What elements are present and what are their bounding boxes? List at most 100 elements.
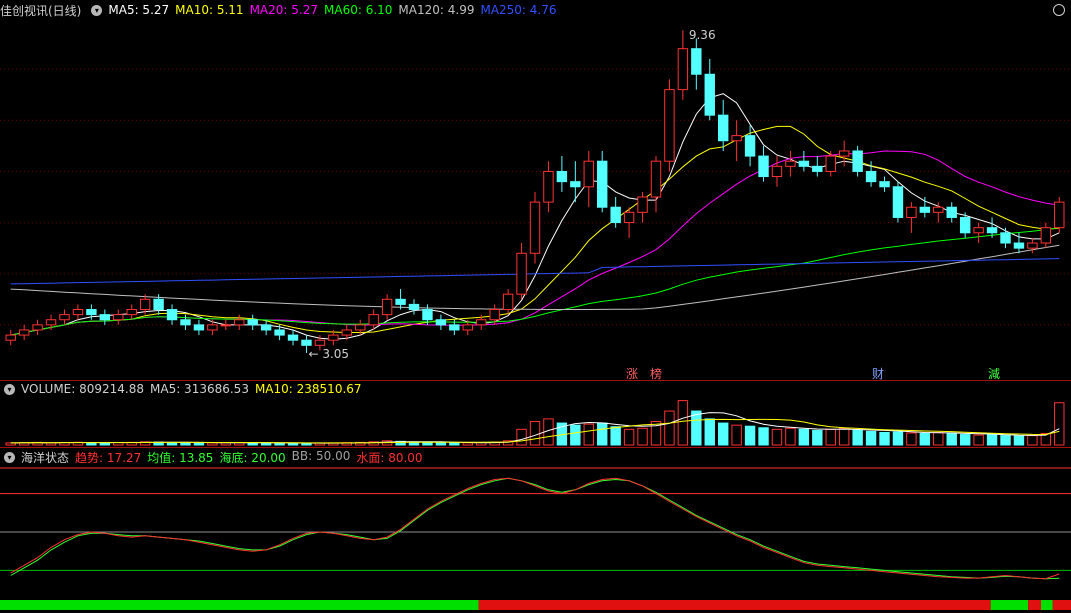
volume-bar-34: [462, 442, 473, 446]
candle-body-3: [45, 319, 57, 326]
candle-body-65: [879, 181, 890, 188]
candle-body-46: [623, 211, 635, 224]
volume-bar-56: [758, 427, 769, 446]
candle-body-47: [637, 196, 648, 213]
state-bar-segment-2: [990, 600, 1029, 610]
volume-bar-44: [597, 422, 608, 446]
candle-body-16: [220, 324, 232, 327]
candle-body-41: [556, 170, 568, 183]
volume-bar-63: [852, 429, 863, 446]
candle-body-50: [677, 48, 689, 91]
candle-body-19: [260, 324, 272, 331]
event-marker-3: 減: [988, 367, 1001, 381]
candle-body-7: [99, 314, 111, 321]
volume-bar-50: [677, 400, 689, 446]
volume-bar-64: [865, 430, 877, 446]
volume-bar-13: [180, 442, 191, 446]
candle-body-32: [435, 319, 447, 326]
volume-bar-14: [193, 442, 205, 446]
candle-body-29: [395, 298, 406, 305]
candle-body-42: [570, 181, 581, 188]
candle-body-30: [408, 303, 420, 311]
high-price-label: 9.36: [688, 28, 716, 43]
candle-body-59: [798, 160, 810, 167]
volume-bar-32: [435, 442, 447, 446]
candle-body-70: [946, 206, 957, 218]
candle-body-25: [341, 329, 353, 336]
volume-bar-71: [959, 434, 971, 446]
candle-body-34: [462, 324, 473, 331]
candle-body-54: [731, 135, 742, 142]
state-bar-segment-0: [0, 600, 479, 610]
candle-body-28: [381, 298, 393, 316]
candle-body-49: [664, 89, 675, 162]
candle-body-27: [368, 314, 379, 326]
candle-body-10: [139, 298, 151, 311]
state-bar-segment-3: [1028, 600, 1042, 610]
candle-body-11: [153, 298, 164, 311]
candle-body-60: [812, 165, 823, 172]
volume-bar-75: [1013, 435, 1025, 446]
volume-bar-67: [906, 432, 917, 446]
volume-bar-42: [570, 424, 581, 446]
candle-body-17: [234, 319, 245, 326]
candle-body-72: [973, 227, 984, 234]
candle-body-44: [597, 160, 608, 208]
candle-body-23: [314, 339, 326, 346]
volume-bar-73: [986, 434, 998, 446]
candle-body-63: [852, 150, 863, 172]
volume-bar-60: [812, 429, 823, 446]
candle-body-20: [274, 329, 285, 336]
candle-body-45: [610, 206, 621, 224]
volume-bar-62: [838, 427, 850, 446]
candle-body-14: [193, 324, 205, 331]
candle-body-22: [301, 339, 312, 346]
candle-body-43: [583, 160, 594, 188]
volume-bar-15: [207, 442, 218, 446]
candle-body-12: [166, 309, 178, 321]
candle-body-1: [18, 329, 30, 336]
candle-body-13: [180, 319, 191, 326]
candle-body-66: [892, 186, 904, 218]
state-bar-segment-4: [1041, 600, 1053, 610]
volume-bar-38: [516, 428, 527, 446]
candle-body-24: [328, 334, 339, 341]
candle-body-56: [758, 155, 769, 178]
candle-body-37: [502, 293, 514, 311]
volume-bar-68: [919, 433, 931, 446]
candle-body-35: [476, 319, 487, 326]
volume-bar-76: [1027, 435, 1038, 446]
volume-bar-33: [449, 442, 460, 446]
candle-body-67: [906, 206, 917, 218]
volume-bar-59: [798, 428, 810, 446]
candle-body-69: [933, 206, 944, 213]
candle-body-76: [1027, 242, 1038, 249]
candle-body-75: [1013, 242, 1025, 249]
state-bar-segment-1: [478, 600, 991, 610]
volume-bar-31: [422, 441, 433, 446]
candle-body-8: [113, 314, 124, 321]
candle-body-6: [86, 309, 97, 316]
candle-body-51: [691, 48, 702, 75]
candle-body-58: [785, 160, 796, 167]
low-price-label: ← 3.05: [308, 346, 350, 361]
candle-body-53: [717, 114, 729, 142]
volume-bar-45: [610, 426, 621, 446]
volume-bar-61: [825, 428, 836, 446]
candle-body-31: [422, 309, 433, 321]
volume-bar-55: [744, 425, 756, 446]
candle-body-64: [865, 170, 877, 183]
candle-body-9: [126, 309, 137, 316]
candle-body-21: [287, 334, 299, 341]
volume-bar-72: [973, 434, 984, 446]
stock-chart[interactable]: [0, 0, 1071, 613]
volume-bar-52: [704, 418, 715, 446]
volume-bar-49: [664, 410, 675, 446]
event-marker-2: 财: [872, 367, 885, 381]
candle-body-74: [1000, 232, 1011, 244]
candle-body-5: [72, 309, 84, 316]
volume-bar-66: [892, 431, 904, 446]
candle-body-71: [959, 216, 971, 234]
candle-body-73: [986, 227, 998, 234]
volume-bar-78: [1054, 402, 1065, 446]
